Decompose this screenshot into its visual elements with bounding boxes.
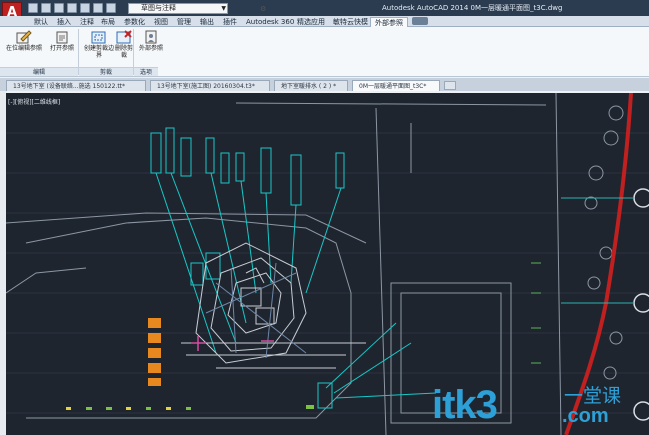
tab-manage[interactable]: 管理 [177,17,191,27]
tab-layout[interactable]: 布局 [101,17,115,27]
tab-external-reference[interactable]: 外部参照 [370,17,408,27]
watermark-brand: itk3 [432,383,498,427]
tab-plugin-kuaimo[interactable]: 敏特云快模 [333,17,368,27]
open-reference-icon [56,31,68,44]
save-icon[interactable] [54,3,64,13]
external-reference-label: 外部参照 [138,45,163,52]
chevron-down-icon: ▼ [221,5,226,12]
file-tab-active[interactable]: 0M一层暖通平面图_t3C* [352,80,440,91]
delete-clip-icon [116,30,132,44]
tab-parametric[interactable]: 参数化 [124,17,145,27]
edit-reference-label: 在位编辑参照 [5,45,42,52]
file-tab[interactable]: 13号地下室(施工图) 20160304.t3* [150,80,270,91]
open-reference-label: 打开参照 [49,45,74,52]
tab-insert[interactable]: 插入 [57,17,71,27]
file-tab-bar: 13号地下室 (设备联络...施选 150122.tt* 13号地下室(施工图)… [0,78,649,91]
site-watermark: itk3 一堂课 .com [432,382,647,430]
file-tab[interactable]: 地下室暖排水 ( 2 ) * [274,80,348,91]
ribbon-options-button[interactable] [412,17,428,25]
tab-plugins[interactable]: 插件 [223,17,237,27]
ribbon-panel: 在位编辑参照 打开参照 创建剪裁边界 删除剪裁 外部参照 编辑 剪裁 选项 [0,27,649,77]
workspace-value: 草图与注释 [141,4,176,12]
new-file-icon[interactable] [28,3,38,13]
viewport-controls-label[interactable]: [-][俯视][二维线框] [8,97,61,106]
edit-reference-in-place-button[interactable]: 在位编辑参照 [4,30,44,66]
tab-annotate[interactable]: 注释 [80,17,94,27]
autocad-window: ⚙ 草图与注释 ▼ Autodesk AutoCAD 2014 0M一层暖通平面… [0,0,649,435]
open-reference-button[interactable]: 打开参照 [42,30,82,66]
save-as-icon[interactable] [67,3,77,13]
window-title: Autodesk AutoCAD 2014 0M一层暖通平面图_t3C.dwg [382,4,563,12]
open-file-icon[interactable] [41,3,51,13]
ribbon-group-options: 选项 [134,67,158,76]
tab-home[interactable]: 默认 [34,17,48,27]
print-icon[interactable] [80,3,90,13]
undo-icon[interactable] [93,3,103,13]
workspace-select[interactable]: ⚙ 草图与注释 ▼ [128,3,266,14]
ribbon-group-edit: 编辑 [0,67,78,76]
tab-view[interactable]: 视图 [154,17,168,27]
ribbon-group-clip: 剪裁 [79,67,133,76]
title-bar: ⚙ 草图与注释 ▼ Autodesk AutoCAD 2014 0M一层暖通平面… [0,0,649,16]
external-reference-button[interactable]: 外部参照 [131,30,171,66]
edit-reference-icon [16,30,32,44]
watermark-domain: .com [562,405,609,427]
file-tab[interactable]: 13号地下室 (设备联络...施选 150122.tt* [6,80,146,91]
redo-icon[interactable] [106,3,116,13]
quick-access-toolbar [28,3,116,14]
gear-icon: ⚙ [260,5,267,13]
tab-output[interactable]: 输出 [200,17,214,27]
new-tab-button[interactable] [444,81,456,90]
tab-autodesk-360[interactable]: Autodesk 360 [246,17,294,27]
ribbon-tab-bar: 默认 插入 注释 布局 参数化 视图 管理 输出 插件 Autodesk 360… [0,16,649,27]
external-reference-icon [145,30,157,44]
tab-featured-apps[interactable]: 精选应用 [297,17,325,27]
watermark-chinese: 一堂课 [564,385,622,407]
